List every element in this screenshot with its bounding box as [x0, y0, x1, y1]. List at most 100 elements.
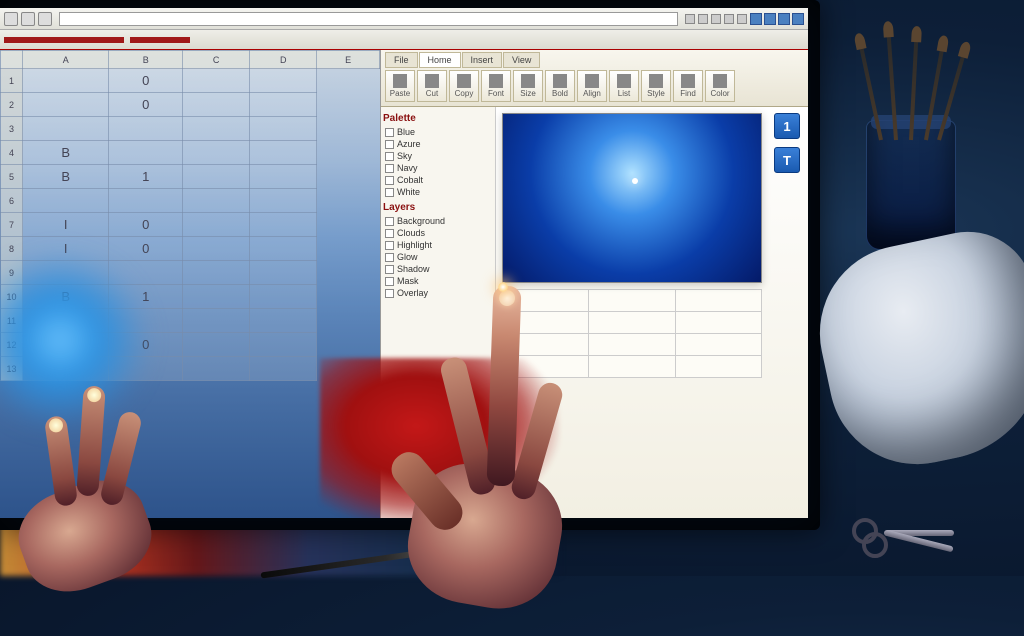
list-item[interactable]: Shadow — [383, 263, 493, 275]
row-header[interactable]: 4 — [1, 141, 23, 165]
list-item[interactable]: Sky — [383, 150, 493, 162]
cell[interactable] — [183, 237, 250, 261]
cell[interactable] — [250, 189, 317, 213]
tray-icon[interactable] — [764, 13, 776, 25]
cell[interactable]: 0 — [109, 237, 183, 261]
address-bar[interactable] — [59, 12, 678, 26]
cell[interactable] — [183, 285, 250, 309]
cell[interactable] — [23, 117, 109, 141]
cell[interactable] — [23, 189, 109, 213]
cell[interactable] — [183, 69, 250, 93]
cell[interactable] — [250, 93, 317, 117]
cell[interactable]: I — [23, 213, 109, 237]
property-cell[interactable] — [503, 312, 589, 334]
property-cell[interactable] — [503, 334, 589, 356]
row-header[interactable]: 1 — [1, 69, 23, 93]
cell[interactable] — [183, 117, 250, 141]
ribbon-button[interactable]: Color — [705, 70, 735, 102]
ribbon-tab[interactable]: Home — [419, 52, 461, 68]
cell[interactable]: B — [23, 141, 109, 165]
cell[interactable] — [183, 261, 250, 285]
cell[interactable] — [109, 189, 183, 213]
toolbar-icon[interactable] — [698, 14, 708, 24]
checkbox-icon[interactable] — [385, 140, 394, 149]
checkbox-icon[interactable] — [385, 241, 394, 250]
row-header[interactable]: 6 — [1, 189, 23, 213]
cell[interactable]: 0 — [109, 213, 183, 237]
cell[interactable] — [109, 309, 183, 333]
cell[interactable] — [250, 309, 317, 333]
toolbar-icon[interactable] — [711, 14, 721, 24]
checkbox-icon[interactable] — [385, 217, 394, 226]
cell[interactable] — [23, 93, 109, 117]
ribbon-button[interactable]: Paste — [385, 70, 415, 102]
nav-forward-button[interactable] — [21, 12, 35, 26]
checkbox-icon[interactable] — [385, 289, 394, 298]
row-header[interactable]: 10 — [1, 285, 23, 309]
column-header[interactable]: D — [250, 51, 317, 69]
cell[interactable] — [250, 213, 317, 237]
cell[interactable]: 0 — [109, 69, 183, 93]
cell[interactable]: B — [23, 165, 109, 189]
property-cell[interactable] — [589, 312, 675, 334]
checkbox-icon[interactable] — [385, 277, 394, 286]
property-cell[interactable] — [675, 356, 761, 378]
cell[interactable] — [183, 213, 250, 237]
cell[interactable] — [250, 141, 317, 165]
row-header[interactable]: 13 — [1, 357, 23, 381]
checkbox-icon[interactable] — [385, 265, 394, 274]
row-header[interactable]: 5 — [1, 165, 23, 189]
cell[interactable] — [250, 237, 317, 261]
list-item[interactable]: Clouds — [383, 227, 493, 239]
ribbon-button[interactable]: Bold — [545, 70, 575, 102]
toolbar-icon[interactable] — [724, 14, 734, 24]
checkbox-icon[interactable] — [385, 188, 394, 197]
cell[interactable] — [250, 285, 317, 309]
ribbon-button[interactable]: Align — [577, 70, 607, 102]
property-cell[interactable] — [675, 334, 761, 356]
list-item[interactable]: Background — [383, 215, 493, 227]
ribbon-button[interactable]: Size — [513, 70, 543, 102]
row-header[interactable]: 8 — [1, 237, 23, 261]
column-header[interactable]: E — [317, 51, 380, 69]
checkbox-icon[interactable] — [385, 229, 394, 238]
cell[interactable] — [23, 261, 109, 285]
cell[interactable] — [183, 93, 250, 117]
cell[interactable]: 0 — [109, 93, 183, 117]
cell[interactable]: 1 — [109, 165, 183, 189]
tray-icon[interactable] — [778, 13, 790, 25]
cell[interactable] — [250, 117, 317, 141]
cell[interactable]: I — [23, 333, 109, 357]
list-item[interactable]: Highlight — [383, 239, 493, 251]
cell[interactable]: 1 — [109, 285, 183, 309]
cell[interactable] — [109, 117, 183, 141]
side-button-text[interactable]: T — [774, 147, 800, 173]
canvas-preview[interactable] — [502, 113, 762, 283]
column-header[interactable]: A — [23, 51, 109, 69]
property-cell[interactable] — [675, 290, 761, 312]
cell[interactable] — [183, 189, 250, 213]
toolbar-icon[interactable] — [737, 14, 747, 24]
property-cell[interactable] — [589, 290, 675, 312]
checkbox-icon[interactable] — [385, 128, 394, 137]
side-button-1[interactable]: 1 — [774, 113, 800, 139]
property-cell[interactable] — [589, 356, 675, 378]
cell[interactable] — [183, 141, 250, 165]
list-item[interactable]: Mask — [383, 275, 493, 287]
list-item[interactable]: Azure — [383, 138, 493, 150]
cell[interactable] — [250, 69, 317, 93]
column-header[interactable] — [1, 51, 23, 69]
cell[interactable] — [183, 165, 250, 189]
ribbon-button[interactable]: Font — [481, 70, 511, 102]
cell[interactable] — [183, 333, 250, 357]
list-item[interactable]: Blue — [383, 126, 493, 138]
row-header[interactable]: 3 — [1, 117, 23, 141]
cell[interactable] — [250, 333, 317, 357]
checkbox-icon[interactable] — [385, 176, 394, 185]
toolbar-icon[interactable] — [685, 14, 695, 24]
tray-icon[interactable] — [750, 13, 762, 25]
list-item[interactable]: Navy — [383, 162, 493, 174]
tray-icon[interactable] — [792, 13, 804, 25]
row-header[interactable]: 12 — [1, 333, 23, 357]
ribbon-button[interactable]: Copy — [449, 70, 479, 102]
